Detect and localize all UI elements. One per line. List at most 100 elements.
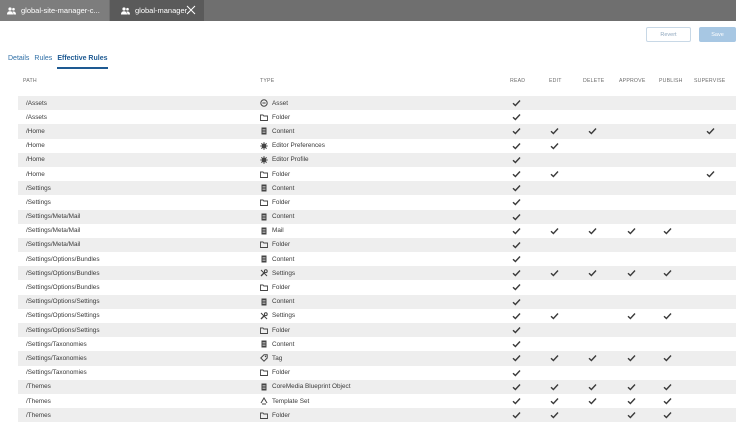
table-row[interactable]: /Settings/Options/Settings Settings (18, 309, 736, 323)
asset-icon (260, 99, 268, 107)
folder-icon (260, 284, 268, 292)
path-cell: /Settings (26, 198, 51, 206)
check-icon-read (512, 255, 521, 263)
content-icon (260, 227, 268, 235)
column-header-delete[interactable]: DELETE (583, 78, 604, 84)
type-label: Settings (272, 312, 296, 320)
check-icon-read (512, 326, 521, 334)
check-icon-read (512, 170, 521, 178)
type-label: Content (272, 255, 295, 263)
table-row[interactable]: /Settings Folder (18, 195, 736, 209)
tag-icon (260, 354, 268, 363)
tools-icon (260, 312, 268, 320)
column-header-read[interactable]: READ (510, 78, 525, 84)
content-icon (260, 383, 268, 391)
gear-icon (260, 141, 268, 150)
type-label: Folder (272, 369, 291, 377)
path-cell: /Home (26, 127, 45, 135)
type-cell: Editor Preferences (260, 139, 325, 153)
check-icon-edit (550, 127, 559, 135)
subtab-rules[interactable]: Rules (34, 55, 52, 69)
check-icon-delete (588, 354, 597, 362)
table-row[interactable]: /Home Folder (18, 167, 736, 181)
type-cell: Folder (260, 280, 290, 294)
table-row[interactable]: /Home Editor Profile (18, 152, 736, 167)
folder-icon (260, 198, 268, 206)
save-button[interactable]: Save (699, 27, 736, 42)
check-icon-edit (550, 142, 559, 150)
close-icon[interactable] (185, 4, 197, 16)
subtab-details[interactable]: Details (8, 55, 29, 69)
table-row[interactable]: /Themes Template Set (18, 394, 736, 408)
table-row[interactable]: /Settings/Options/Bundles Content (18, 252, 736, 266)
type-cell: Content (260, 295, 294, 309)
table-row[interactable]: /Assets Folder (18, 110, 736, 124)
table-row[interactable]: /Home Content (18, 124, 736, 139)
table-row[interactable]: /Settings/Taxonomies Tag (18, 351, 736, 366)
type-cell: Template Set (260, 394, 309, 408)
column-header-supervise[interactable]: SUPERVISE (694, 78, 725, 84)
type-label: Content (272, 340, 295, 348)
table-row[interactable]: /Settings/Meta/Mail Folder (18, 237, 736, 253)
type-cell: Folder (260, 366, 290, 380)
subtab-effective-rules[interactable]: Effective Rules (57, 55, 108, 69)
check-icon-delete (588, 397, 597, 405)
check-icon-edit (550, 227, 559, 235)
type-cell: Folder (260, 408, 290, 422)
table-row[interactable]: /Home Editor Preferences (18, 139, 736, 153)
table-row[interactable]: /Settings/Options/Bundles Settings (18, 266, 736, 281)
content-icon (260, 127, 268, 135)
path-cell: /Themes (26, 411, 51, 419)
check-icon-read (512, 184, 521, 192)
check-icon-approve (627, 312, 636, 320)
table-row[interactable]: /Settings/Options/Settings Folder (18, 323, 736, 338)
type-label: Template Set (272, 397, 310, 405)
check-icon-edit (550, 354, 559, 362)
check-icon-read (512, 127, 521, 135)
revert-button[interactable]: Revert (646, 27, 691, 42)
check-icon-approve (627, 383, 636, 391)
column-header-edit[interactable]: EDIT (549, 78, 562, 84)
type-label: Mail (272, 227, 284, 235)
check-icon-read (512, 298, 521, 306)
table-row[interactable]: /Settings/Options/Bundles Folder (18, 280, 736, 294)
check-icon-edit (550, 269, 559, 277)
type-label: CoreMedia Blueprint Object (272, 383, 351, 391)
folder-icon (260, 369, 268, 377)
check-icon-delete (588, 227, 597, 235)
table-row[interactable]: /Themes Folder (18, 408, 736, 423)
path-cell: /Settings/Options/Settings (26, 312, 100, 320)
type-label: Folder (272, 411, 291, 419)
users-icon (7, 6, 16, 15)
users-icon (121, 6, 130, 15)
table-row[interactable]: /Settings Content (18, 181, 736, 196)
column-header-approve[interactable]: APPROVE (619, 78, 645, 84)
column-header-publish[interactable]: PUBLISH (659, 78, 683, 84)
check-icon-read (512, 269, 521, 277)
check-icon-read (512, 354, 521, 362)
table-row[interactable]: /Themes CoreMedia Blueprint Object (18, 379, 736, 394)
table-row[interactable]: /Settings/Options/Settings Content (18, 294, 736, 309)
type-cell: Folder (260, 238, 290, 252)
tools-icon (260, 269, 268, 277)
template-icon (260, 397, 268, 405)
table-row[interactable]: /Settings/Taxonomies Folder (18, 366, 736, 380)
type-cell: Content (260, 210, 294, 224)
type-cell: Content (260, 252, 294, 266)
path-cell: /Settings/Options/Bundles (26, 269, 100, 277)
tab-global-site-manager[interactable]: global-site-manager-c... (0, 0, 109, 21)
tab-global-manager[interactable]: global-manager (110, 0, 204, 21)
check-icon-approve (627, 411, 636, 419)
path-cell: /Settings/Meta/Mail (26, 241, 81, 249)
rights-subtabs: Details Rules Effective Rules (8, 55, 113, 69)
column-header-path[interactable]: PATH (23, 78, 37, 84)
table-row[interactable]: /Assets Asset (18, 96, 736, 111)
table-row[interactable]: /Settings/Meta/Mail Mail (18, 224, 736, 238)
path-cell: /Themes (26, 397, 51, 405)
table-row[interactable]: /Settings/Meta/Mail Content (18, 209, 736, 224)
column-header-type[interactable]: TYPE (260, 78, 274, 84)
path-cell: /Home (26, 142, 45, 150)
table-row[interactable]: /Settings/Taxonomies Content (18, 337, 736, 351)
check-icon-supervise (706, 170, 715, 178)
check-icon-read (512, 241, 521, 249)
